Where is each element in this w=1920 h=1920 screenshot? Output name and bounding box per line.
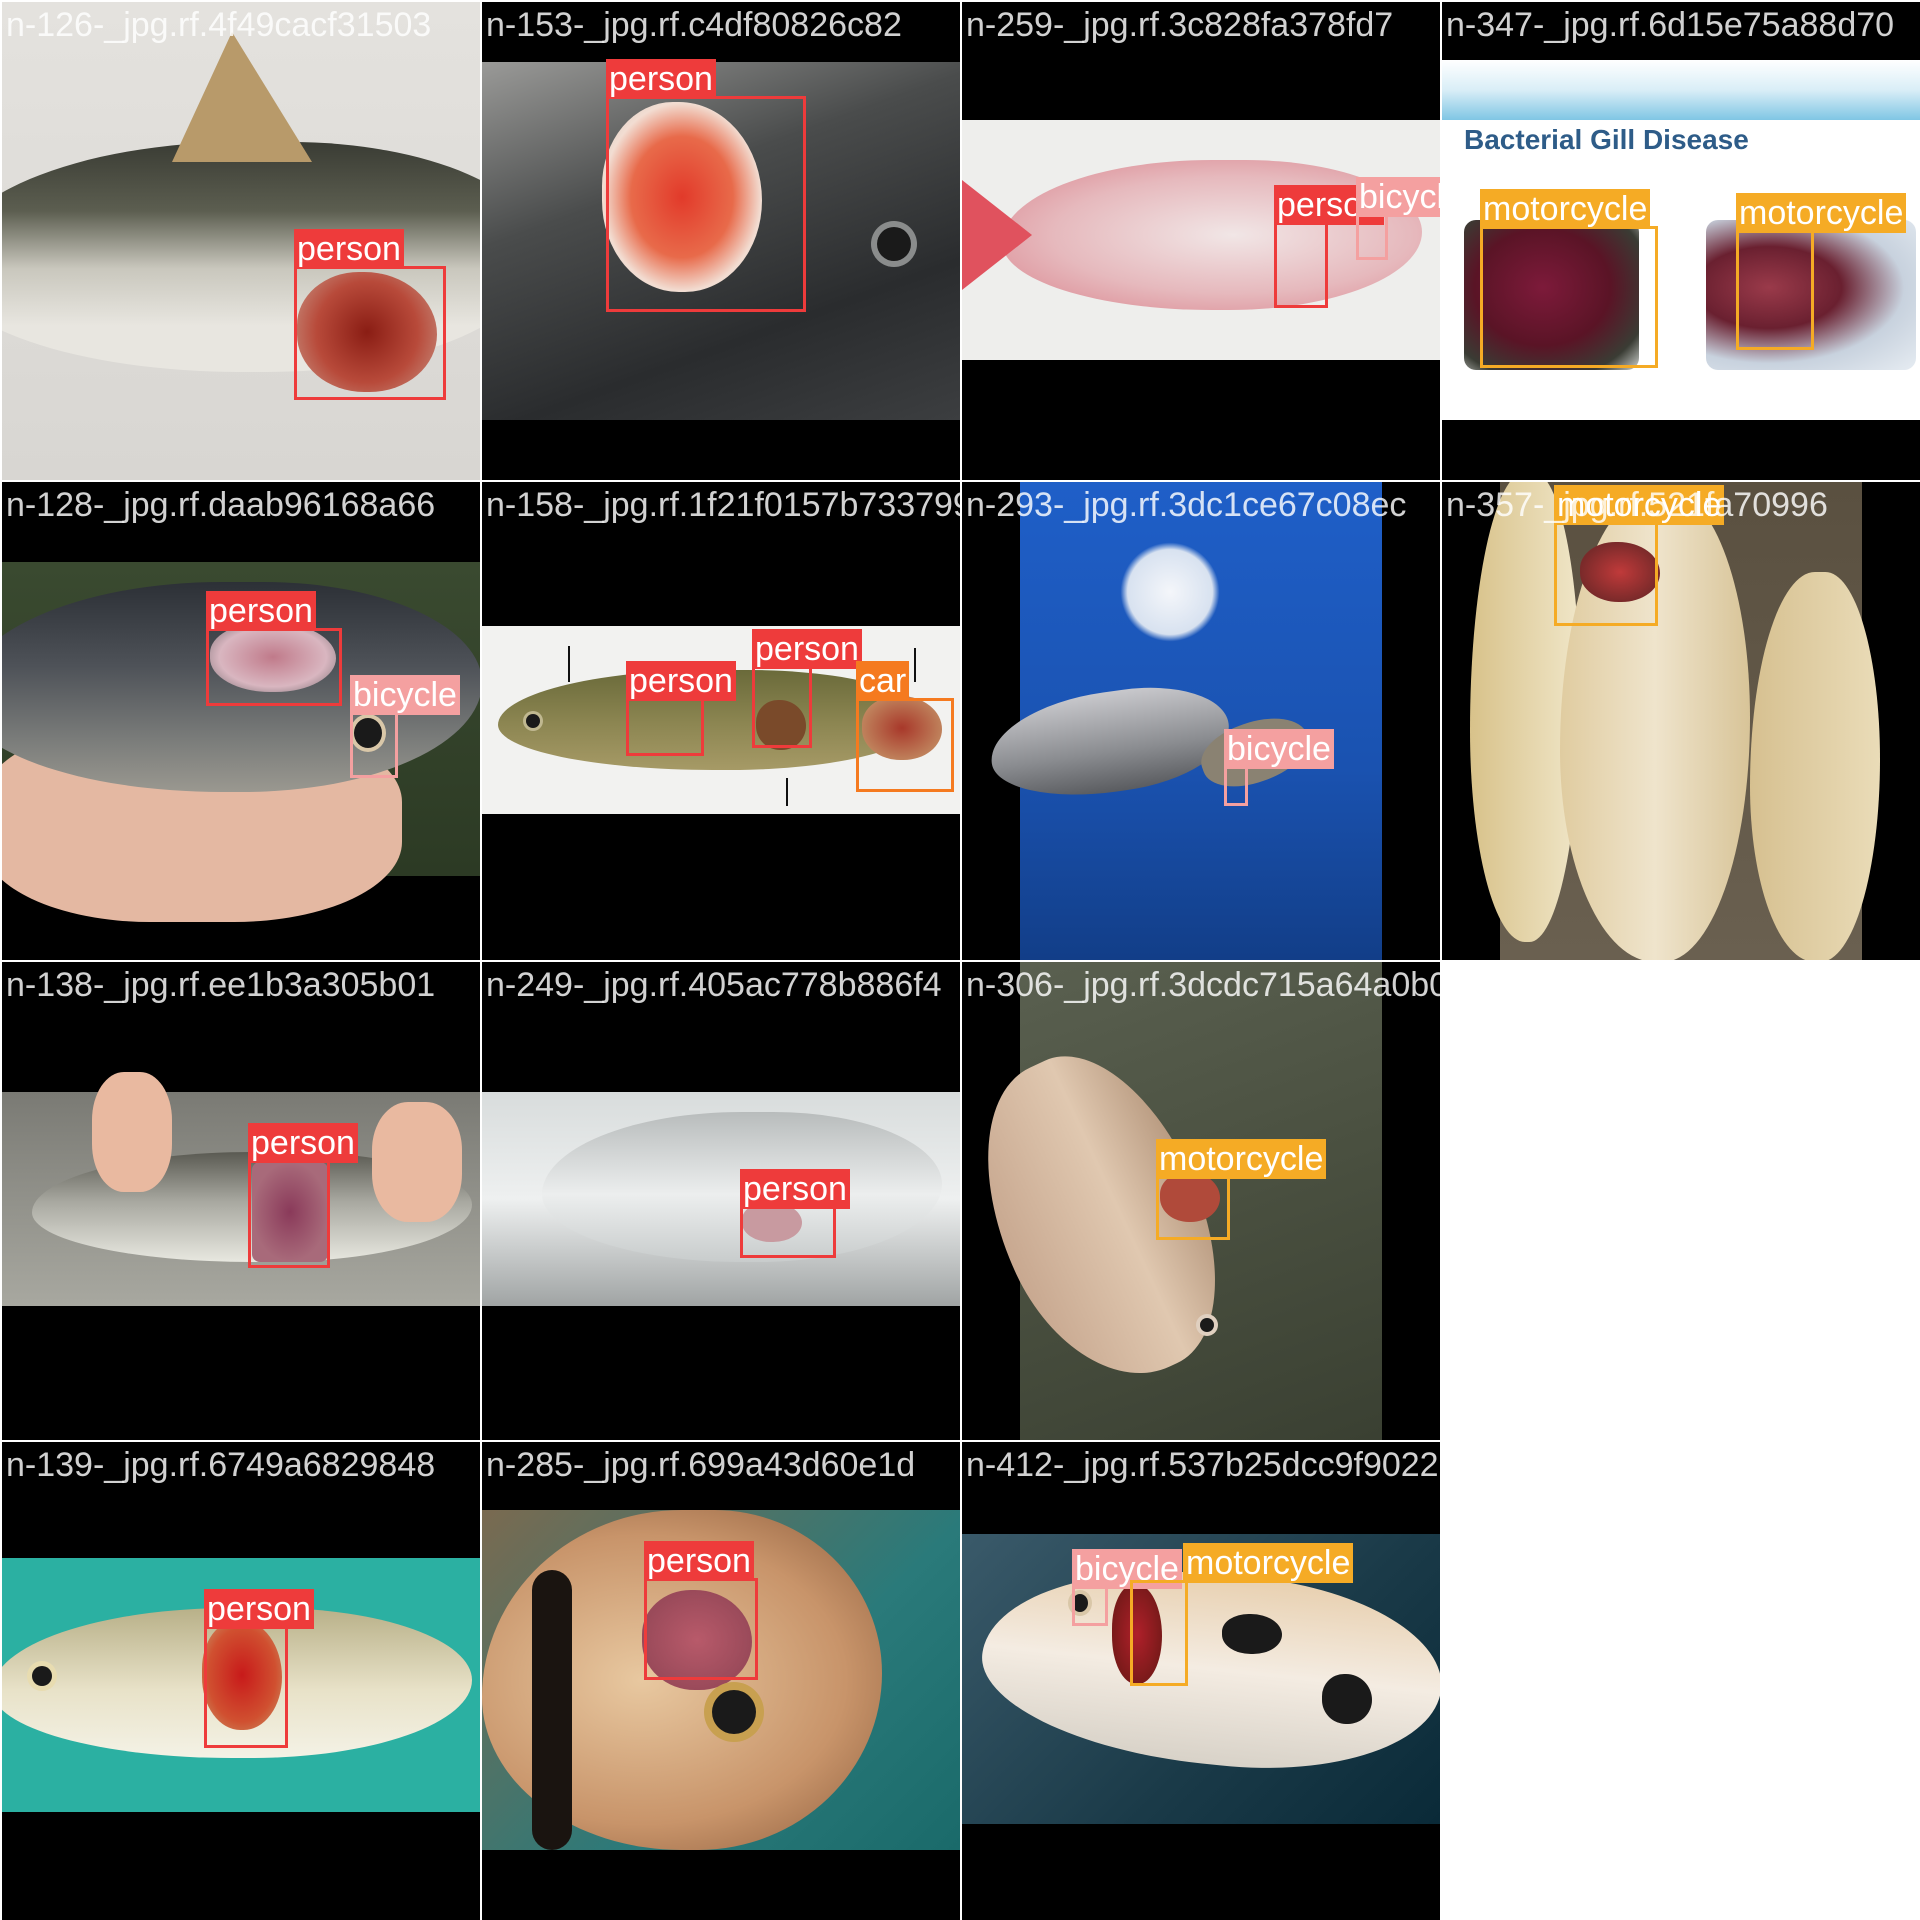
detection-label: motorcycle xyxy=(1480,189,1651,229)
detection-box: person xyxy=(752,629,862,748)
detection-label: person xyxy=(752,629,862,669)
detection-box: motorcycle xyxy=(1480,189,1658,368)
tile-caption: n-158-_jpg.rf.1f21f0157b733799 xyxy=(486,486,960,524)
detection-label: person xyxy=(248,1123,358,1163)
fish-eye xyxy=(526,714,540,728)
detection-box: bicycle xyxy=(1224,729,1334,806)
detection-label: bicycle xyxy=(1224,729,1334,769)
fish-eye xyxy=(877,227,911,261)
detection-box: bicycle xyxy=(350,675,460,778)
image-tile: person bicycle n-259-_jpg.rf.3c828fa378f… xyxy=(962,2,1440,480)
detection-box: person xyxy=(206,591,342,706)
detection-box: person xyxy=(644,1541,758,1680)
slide-header-wave xyxy=(1442,60,1920,120)
image-tile: person n-153-_jpg.rf.c4df80826c82 xyxy=(482,2,960,480)
fish-photo xyxy=(482,1092,960,1306)
fish-photo xyxy=(984,482,1382,960)
fish-eye xyxy=(32,1666,52,1686)
detection-box: person xyxy=(626,661,736,756)
image-tile: motorcycle n-306-_jpg.rf.3dcdc715a64a0b0… xyxy=(962,962,1440,1440)
detection-box: person xyxy=(1274,185,1384,308)
image-tile: person n-126-_jpg.rf.4f49cacf31503 xyxy=(2,2,480,480)
tile-caption: n-153-_jpg.rf.c4df80826c82 xyxy=(486,6,902,44)
tile-caption: n-412-_jpg.rf.537b25dcc9f9022c862c90e7ea… xyxy=(966,1446,1440,1484)
dark-stripe xyxy=(532,1570,572,1850)
detection-box: motorcycle xyxy=(1736,193,1907,350)
detection-box: car xyxy=(856,661,954,792)
detection-box: bicycle xyxy=(1072,1549,1182,1626)
detection-label: person xyxy=(294,229,404,269)
detection-label: bicycle xyxy=(1356,177,1440,217)
black-patch xyxy=(1222,1614,1282,1654)
detection-box: motorcycle xyxy=(1554,485,1725,626)
detection-box: motorcycle xyxy=(1130,1543,1354,1686)
detection-box: person xyxy=(248,1123,358,1268)
detection-label: person xyxy=(740,1169,850,1209)
tile-caption: n-347-_jpg.rf.6d15e75a88d70 xyxy=(1446,6,1895,44)
detection-label: person xyxy=(644,1541,754,1581)
detection-box: person xyxy=(204,1589,314,1748)
image-tile: person n-139-_jpg.rf.6749a6829848 xyxy=(2,1442,480,1920)
fish-eye xyxy=(712,1690,756,1734)
fish-photo xyxy=(2,2,480,480)
fish-eye xyxy=(1200,1318,1214,1332)
image-mosaic: person n-126-_jpg.rf.4f49cacf31503 perso… xyxy=(0,0,1920,1920)
tile-caption: n-285-_jpg.rf.699a43d60e1d xyxy=(486,1446,916,1484)
black-patch xyxy=(1322,1674,1372,1724)
detection-label: person xyxy=(206,591,316,631)
detection-box: motorcycle xyxy=(1156,1139,1327,1240)
detection-label: person xyxy=(204,1589,314,1629)
tile-caption: n-259-_jpg.rf.3c828fa378fd7 xyxy=(966,6,1394,44)
detection-label: motorcycle xyxy=(1554,485,1725,525)
image-tile: person bicycle n-128-_jpg.rf.daab96168a6… xyxy=(2,482,480,960)
detection-label: bicycle xyxy=(350,675,460,715)
image-tile: Bacterial Gill Disease motorcycle motorc… xyxy=(1442,2,1920,480)
image-tile: bicycle motorcycle n-412-_jpg.rf.537b25d… xyxy=(962,1442,1440,1920)
image-tile: person n-285-_jpg.rf.699a43d60e1d xyxy=(482,1442,960,1920)
detection-label: car xyxy=(856,661,910,701)
detection-label: motorcycle xyxy=(1183,1543,1354,1583)
white-marking xyxy=(1120,542,1220,642)
image-tile: person person car n-158-_jpg.rf.1f21f015… xyxy=(482,482,960,960)
tile-caption: n-249-_jpg.rf.405ac778b886f4 xyxy=(486,966,942,1004)
detection-label: motorcycle xyxy=(1736,193,1907,233)
image-tile: person n-249-_jpg.rf.405ac778b886f4 xyxy=(482,962,960,1440)
tile-caption: n-138-_jpg.rf.ee1b3a305b01 xyxy=(6,966,436,1004)
detection-box: person xyxy=(606,59,806,312)
detection-box: person xyxy=(740,1169,850,1258)
image-tile: motorcycle n-357-_jpg.rf.521fa70996 xyxy=(1442,482,1920,960)
tile-caption: n-139-_jpg.rf.6749a6829848 xyxy=(6,1446,436,1484)
detection-label: person xyxy=(626,661,736,701)
fish-photo xyxy=(2,1072,480,1306)
image-tile: person n-138-_jpg.rf.ee1b3a305b01 xyxy=(2,962,480,1440)
image-tile: bicycle n-293-_jpg.rf.3dc1ce67c08ec xyxy=(962,482,1440,960)
detection-box: person xyxy=(294,229,446,400)
slide-title: Bacterial Gill Disease xyxy=(1464,124,1749,155)
tile-caption: n-128-_jpg.rf.daab96168a66 xyxy=(6,486,436,524)
detection-label: person xyxy=(606,59,716,99)
detection-label: motorcycle xyxy=(1156,1139,1327,1179)
detection-box: bicycle xyxy=(1356,177,1440,260)
